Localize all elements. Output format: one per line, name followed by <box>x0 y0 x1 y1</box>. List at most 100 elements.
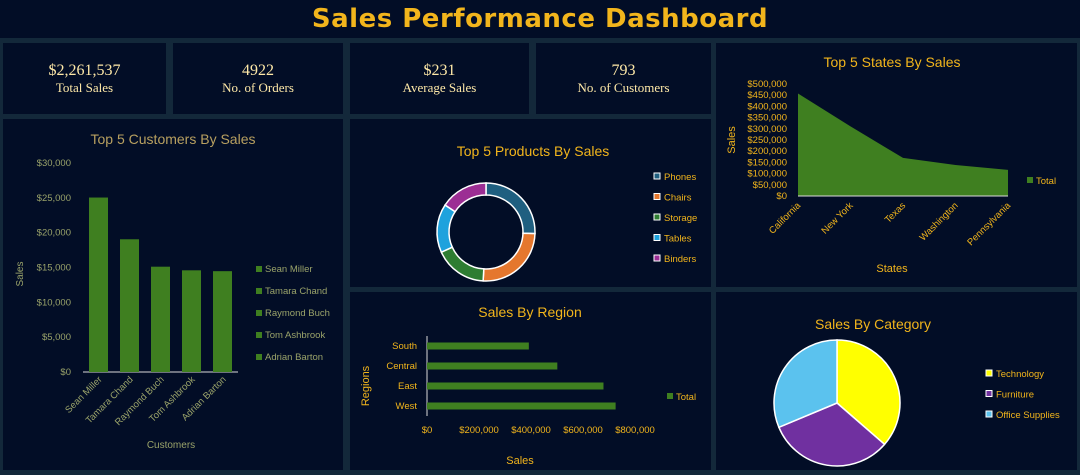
customers-chart-panel: Top 5 Customers By Sales Sales Customers… <box>3 119 343 470</box>
legend-swatch <box>985 390 993 397</box>
y-tick-label: $200,000 <box>747 146 787 157</box>
legend-label: Tamara Chand <box>265 286 327 297</box>
y-tick-label: $150,000 <box>747 157 787 168</box>
bar <box>427 362 558 370</box>
y-tick-label: $500,000 <box>747 79 787 90</box>
kpi-label: No. of Customers <box>577 80 670 95</box>
y-tick-label: $20,000 <box>37 228 71 239</box>
legend-label: Raymond Buch <box>265 308 330 319</box>
bar <box>151 266 170 372</box>
legend-label: Phones <box>664 172 696 183</box>
kpi-label: No. of Orders <box>222 80 294 95</box>
bar <box>213 271 232 372</box>
x-tick-label: $600,000 <box>563 425 603 436</box>
x-tick-label: $800,000 <box>615 425 655 436</box>
y-tick-label: $450,000 <box>747 90 787 101</box>
kpi-value: $231 <box>423 62 456 79</box>
products-chart-panel: Top 5 Products By Sales Phones Chairs Stor… <box>350 119 711 287</box>
page-title: Sales Performance Dashboard <box>311 4 769 34</box>
legend-swatch <box>985 369 993 377</box>
chart-title: Sales By Region <box>478 304 582 320</box>
legend-swatch <box>1027 177 1033 183</box>
category-chart-panel: Sales By Category Technology Furniture Off… <box>716 292 1077 470</box>
legend-swatch <box>653 254 661 262</box>
y-tick-label: East <box>398 381 417 392</box>
y-tick-label: $250,000 <box>747 135 787 146</box>
region-chart-panel: Sales By Region Regions Sales South Centr… <box>350 292 711 470</box>
y-tick-label: West <box>396 401 418 412</box>
kpi-orders: 4922 No. of Orders <box>173 43 343 114</box>
kpi-value: $2,261,537 <box>48 62 121 79</box>
bar <box>182 270 201 372</box>
chart-title: Top 5 Products By Sales <box>457 143 610 159</box>
kpi-label: Average Sales <box>402 80 477 95</box>
legend-label: Total <box>1036 176 1056 187</box>
pie-slice <box>444 182 487 213</box>
dashboard-header: Sales Performance Dashboard <box>0 0 1080 38</box>
legend-label: Adrian Barton <box>265 352 323 363</box>
legend-swatch <box>256 310 262 316</box>
products-donut-chart: Top 5 Products By Sales Phones Chairs Stor… <box>436 143 697 282</box>
legend-swatch <box>256 266 262 272</box>
chart-title: Top 5 Customers By Sales <box>91 131 256 147</box>
y-tick-label: $50,000 <box>753 180 787 191</box>
y-tick-label: $5,000 <box>42 332 71 343</box>
x-axis-label: States <box>876 263 908 275</box>
x-tick-label: Washington <box>918 200 961 243</box>
chart-title: Sales By Category <box>815 316 931 332</box>
x-tick-label: New York <box>819 200 855 236</box>
x-tick-label: $200,000 <box>459 425 499 436</box>
y-tick-label: $400,000 <box>747 101 787 112</box>
legend-swatch <box>256 354 262 360</box>
y-axis-label: Regions <box>360 365 372 406</box>
y-tick-label: $25,000 <box>37 193 71 204</box>
y-tick-label: $30,000 <box>37 158 71 169</box>
category-pie-chart: Sales By Category Technology Furniture Off… <box>773 316 1060 467</box>
y-tick-label: $300,000 <box>747 124 787 135</box>
legend-swatch <box>653 234 661 241</box>
legend-swatch <box>653 193 661 200</box>
legend-swatch <box>256 288 262 294</box>
legend-swatch <box>653 172 661 180</box>
chart-title: Top 5 States By Sales <box>824 54 961 70</box>
legend-label: Tom Ashbrook <box>265 330 325 341</box>
legend-swatch <box>256 332 262 338</box>
bar <box>120 239 139 372</box>
pie-slice <box>440 246 485 282</box>
x-axis-label: Customers <box>147 440 195 451</box>
y-tick-label: $10,000 <box>37 297 71 308</box>
x-tick-label: $400,000 <box>511 425 551 436</box>
pie-slice <box>436 204 457 254</box>
legend-label: Sean Miller <box>265 264 313 275</box>
legend-label: Total <box>676 392 696 403</box>
kpi-label: Total Sales <box>55 80 114 95</box>
legend-swatch <box>667 393 673 399</box>
bar <box>89 197 108 372</box>
legend-label: Chairs <box>664 193 692 204</box>
y-tick-label: $15,000 <box>37 263 71 274</box>
y-tick-label: $100,000 <box>747 169 787 180</box>
y-tick-label: $0 <box>60 367 71 378</box>
x-tick-label: Pennsylvania <box>965 200 1013 248</box>
legend-label: Office Supplies <box>996 410 1060 421</box>
y-axis-label: Sales <box>726 126 738 154</box>
y-tick-label: Central <box>386 361 417 372</box>
x-tick-label: California <box>767 200 804 237</box>
states-area-chart: Top 5 States By Sales Sales States $0$50… <box>726 54 1056 275</box>
legend-label: Storage <box>664 213 697 224</box>
bar <box>427 382 604 390</box>
kpi-value: 4922 <box>242 62 274 79</box>
legend-label: Technology <box>996 369 1044 380</box>
kpi-value: 793 <box>611 62 636 79</box>
x-tick-label: Texas <box>883 200 909 226</box>
customers-bar-chart: Top 5 Customers By Sales Sales Customers… <box>15 131 330 451</box>
x-axis-label: Sales <box>506 455 534 467</box>
pie-slice <box>485 182 536 235</box>
legend-label: Tables <box>664 234 692 245</box>
y-axis-label: Sales <box>15 261 26 286</box>
bar <box>427 342 529 350</box>
region-bar-chart: Sales By Region Regions Sales South Centr… <box>360 304 696 467</box>
states-chart-panel: Top 5 States By Sales Sales States $0 $50… <box>716 43 1077 287</box>
pie-slice <box>482 232 536 282</box>
kpi-customers: 793 No. of Customers <box>536 43 711 114</box>
